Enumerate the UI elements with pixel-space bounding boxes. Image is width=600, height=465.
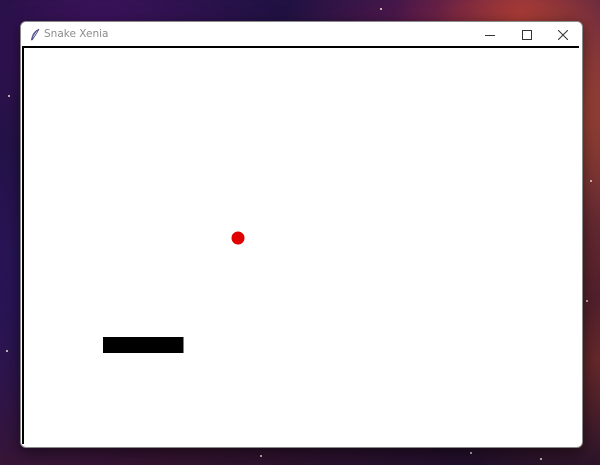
window-title: Snake Xenia (44, 28, 109, 40)
title-bar[interactable]: Snake Xenia (21, 22, 582, 46)
game-window: Snake Xenia (20, 21, 583, 448)
snake-segment (119, 337, 136, 353)
star (590, 180, 592, 182)
game-canvas[interactable] (22, 46, 579, 444)
star (380, 8, 382, 10)
minimize-button[interactable] (472, 22, 508, 46)
star (586, 300, 588, 302)
star (470, 452, 472, 454)
board-background (24, 48, 579, 444)
close-icon (557, 25, 569, 44)
minimize-icon (485, 25, 495, 44)
close-button[interactable] (545, 22, 581, 46)
star (8, 95, 10, 97)
star (260, 455, 262, 457)
star (6, 350, 8, 352)
desktop-background: Snake Xenia (0, 0, 600, 465)
snake-segment (151, 337, 168, 353)
star (540, 458, 542, 460)
food-apple (231, 231, 245, 245)
maximize-icon (522, 25, 532, 44)
feather-icon (29, 27, 41, 41)
snake (103, 337, 184, 353)
snake-segment (103, 337, 120, 353)
snake-head (167, 337, 184, 353)
maximize-button[interactable] (509, 22, 545, 46)
game-board (24, 48, 579, 444)
snake-segment (135, 337, 152, 353)
